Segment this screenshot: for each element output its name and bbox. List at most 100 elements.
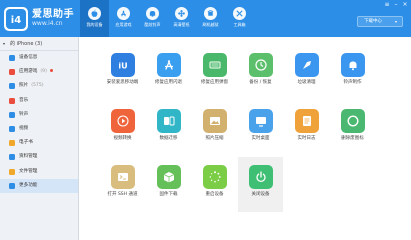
app-logo: i4 bbox=[4, 7, 28, 31]
sidebar-item-apps-games[interactable]: 应用游戏 (9) bbox=[0, 65, 78, 79]
tool-label: 修复应用弹窗 bbox=[201, 80, 228, 85]
flower-icon bbox=[175, 7, 188, 20]
sidebar-item-ringtones[interactable]: 铃声 bbox=[0, 108, 78, 122]
sidebar-item-label: 更多功能 bbox=[19, 182, 38, 188]
tool-label: 铃声制作 bbox=[343, 80, 362, 85]
device-selector[interactable]: ▾ 的 iPhone (3) bbox=[0, 37, 78, 51]
brand-url: www.i4.cn bbox=[32, 20, 63, 27]
svg-text:iU: iU bbox=[118, 62, 127, 71]
shutdown-device-button[interactable]: 关闭设备 bbox=[238, 157, 283, 212]
nav-label: 酷炫铃声 bbox=[144, 22, 161, 27]
top-bar: i4 爱思助手 www.i4.cn 我的设备 应用游戏 酷炫铃声 高清壁纸 刷机… bbox=[0, 0, 411, 37]
svg-text:i4: i4 bbox=[11, 15, 21, 26]
nav-label: 我的设备 bbox=[86, 22, 103, 27]
chevron-down-icon: ▾ bbox=[394, 19, 397, 24]
tool-label: 照片压缩 bbox=[205, 136, 224, 141]
nav-label: 工具箱 bbox=[233, 22, 246, 27]
app-store-icon bbox=[117, 7, 130, 20]
fix-app-popup-button[interactable]: 修复应用弹窗 bbox=[192, 45, 237, 100]
data-migration-button[interactable]: 数据迁移 bbox=[146, 101, 191, 156]
ringtone-maker-button[interactable]: 铃声制作 bbox=[330, 45, 375, 100]
fix-app-crash-button[interactable]: 修复应用闪退 bbox=[146, 45, 191, 100]
photos-icon bbox=[9, 83, 15, 90]
sidebar-item-label: 设备信息 bbox=[19, 55, 38, 60]
brand-name: 爱思助手 bbox=[32, 9, 74, 20]
terminal-icon bbox=[110, 165, 135, 189]
sidebar-item-photos[interactable]: 照片 (575) bbox=[0, 79, 78, 93]
i4-logo-icon: i4 bbox=[6, 9, 26, 29]
download-center-label: 下载中心 bbox=[364, 19, 382, 24]
sidebar-item-videos[interactable]: 视频 bbox=[0, 122, 78, 136]
app-store-icon bbox=[156, 53, 181, 77]
sidebar-item-device-info[interactable]: 设备信息 bbox=[0, 51, 78, 65]
ringtones-icon bbox=[9, 111, 15, 118]
nav-apps-games[interactable]: 应用游戏 bbox=[109, 0, 138, 37]
tool-label: 安装爱思移动端 bbox=[106, 80, 139, 85]
box-icon bbox=[156, 165, 181, 189]
sidebar-item-ebooks[interactable]: 电子书 bbox=[0, 136, 78, 150]
realtime-desktop-button[interactable]: 实时桌面 bbox=[238, 101, 283, 156]
video-icon bbox=[110, 109, 135, 133]
nav-my-device[interactable]: 我的设备 bbox=[80, 0, 109, 37]
tool-label: 实时桌面 bbox=[251, 136, 270, 141]
junk-cleanup-button[interactable]: 垃圾清理 bbox=[284, 45, 329, 100]
bell-icon bbox=[146, 7, 159, 20]
restart-device-button[interactable]: 重启设备 bbox=[192, 157, 237, 212]
circle-icon bbox=[340, 109, 365, 133]
music-icon bbox=[9, 97, 15, 104]
apps-games-icon bbox=[9, 69, 15, 76]
tool-label: 视频转换 bbox=[113, 136, 132, 141]
tool-label: 删除废图标 bbox=[341, 136, 364, 141]
nav-toolbox[interactable]: 工具箱 bbox=[225, 0, 254, 37]
tools-icon bbox=[233, 7, 246, 20]
video-convert-button[interactable]: 视频转换 bbox=[100, 101, 145, 156]
tool-label: 实时日志 bbox=[297, 136, 316, 141]
nav-flash-jailbreak[interactable]: 刷机越狱 bbox=[196, 0, 225, 37]
sidebar-item-music[interactable]: 音乐 bbox=[0, 94, 78, 108]
contacts-data-icon bbox=[9, 154, 15, 161]
nav-ringtones[interactable]: 酷炫铃声 bbox=[138, 0, 167, 37]
delete-bad-icons-button[interactable]: 删除废图标 bbox=[330, 101, 375, 156]
sidebar-item-contacts-data[interactable]: 资料管理 bbox=[0, 150, 78, 164]
sidebar-item-label: 铃声 bbox=[19, 111, 29, 117]
collapse-triangle-icon: ▾ bbox=[3, 41, 6, 46]
backup-restore-button[interactable]: 备份 / 恢复 bbox=[238, 45, 283, 100]
photo-compress-button[interactable]: 照片压缩 bbox=[192, 101, 237, 156]
nav-wallpapers[interactable]: 高清壁纸 bbox=[167, 0, 196, 37]
restore-icon bbox=[248, 53, 273, 77]
menu-icon[interactable]: ≡ bbox=[384, 2, 390, 8]
brand: 爱思助手 www.i4.cn bbox=[32, 9, 74, 28]
power-icon bbox=[248, 165, 273, 189]
videos-icon bbox=[9, 125, 15, 132]
download-center-button[interactable]: 下载中心 ▾ bbox=[357, 16, 403, 27]
sidebar-item-label: 资料管理 bbox=[19, 154, 38, 160]
open-ssh-tunnel-button[interactable]: 打开 SSH 通道 bbox=[100, 157, 145, 212]
sidebar-item-label: 视频 bbox=[19, 125, 29, 131]
keyboard-icon bbox=[202, 53, 227, 77]
sidebar-item-label: 文件管理 bbox=[19, 168, 38, 174]
minimize-icon[interactable]: – bbox=[393, 2, 399, 8]
sidebar: ▾ 的 iPhone (3) 设备信息应用游戏 (9) 照片 (575) 音乐铃声视频电… bbox=[0, 37, 79, 240]
tools-panel: iU 安装爱思移动端 修复应用闪退 修复应用弹窗 备份 / 恢复 垃圾清理 铃声制作视频转换… bbox=[80, 37, 411, 240]
tool-label: 打开 SSH 通道 bbox=[107, 192, 138, 197]
notification-dot bbox=[50, 69, 53, 73]
sidebar-item-label: 音乐 bbox=[19, 97, 29, 103]
sidebar-item-more-features[interactable]: 更多功能 bbox=[0, 178, 78, 193]
migrate-icon bbox=[156, 109, 181, 133]
apple-icon bbox=[88, 7, 101, 20]
main-nav: 我的设备 应用游戏 酷炫铃声 高清壁纸 刷机越狱 工具箱 bbox=[80, 0, 254, 37]
device-label: 的 iPhone (3) bbox=[10, 41, 43, 47]
bell-icon bbox=[340, 53, 365, 77]
tool-label: 修复应用闪退 bbox=[155, 80, 182, 85]
box-icon bbox=[204, 7, 217, 20]
more-features-icon bbox=[9, 182, 15, 189]
sidebar-item-label: 照片 bbox=[19, 83, 29, 89]
close-icon[interactable]: × bbox=[402, 2, 408, 8]
ebooks-icon bbox=[9, 140, 15, 147]
install-i4-mobile-button[interactable]: iU 安装爱思移动端 bbox=[100, 45, 145, 100]
realtime-log-button[interactable]: 实时日志 bbox=[284, 101, 329, 156]
nav-label: 应用游戏 bbox=[115, 22, 132, 27]
sidebar-item-file-management[interactable]: 文件管理 bbox=[0, 165, 78, 179]
restart-icon bbox=[202, 165, 227, 189]
firmware-download-button[interactable]: 固件下载 bbox=[146, 157, 191, 212]
